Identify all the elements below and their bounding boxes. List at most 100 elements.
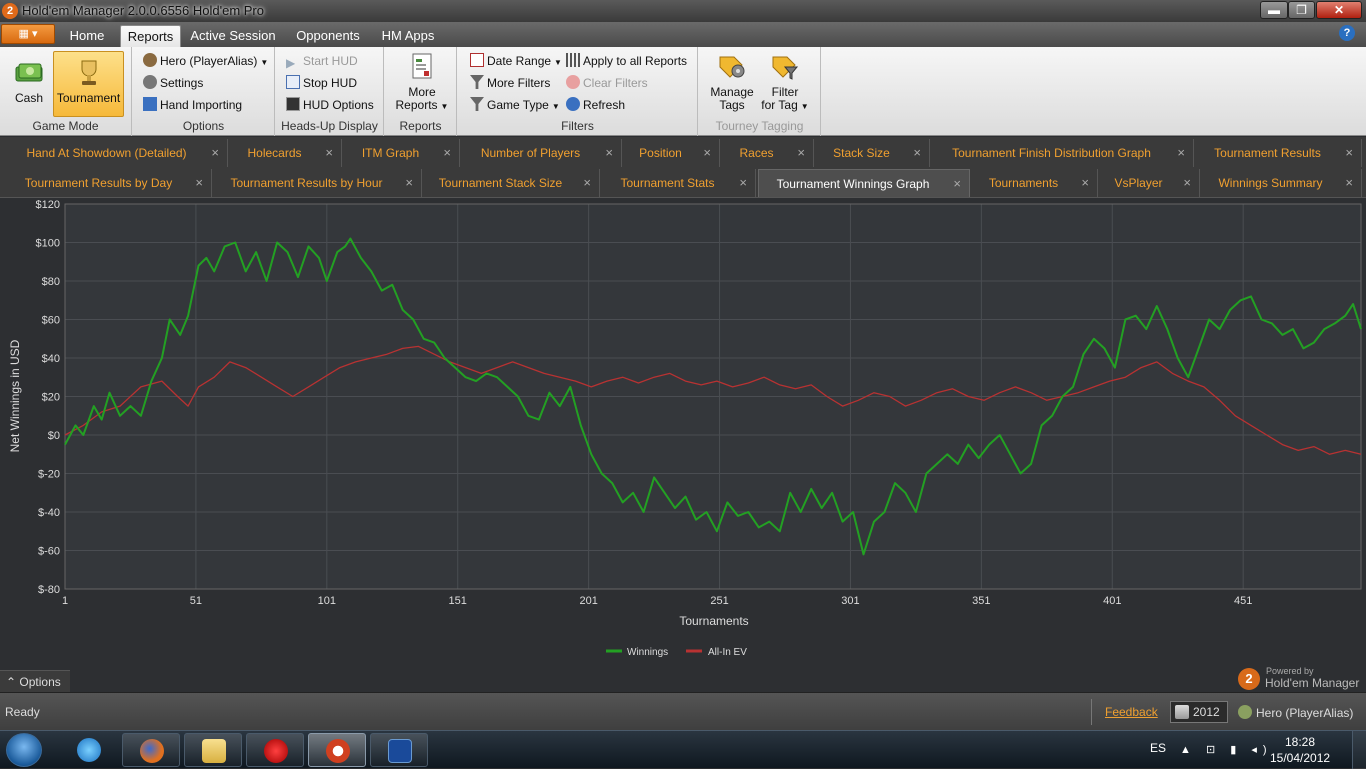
tab-hand-at-showdown[interactable]: Hand At Showdown (Detailed) × [8, 139, 228, 167]
tab-active-session[interactable]: Active Session [186, 25, 280, 47]
close-tab-icon[interactable]: × [797, 139, 805, 167]
tab-tournaments[interactable]: Tournaments × [972, 169, 1098, 197]
settings-button[interactable]: Settings [143, 73, 203, 93]
ie-icon [77, 738, 101, 762]
taskbar-explorer[interactable] [184, 733, 242, 767]
y-tick-label: $-80 [38, 584, 60, 596]
close-tab-icon[interactable]: × [1081, 169, 1089, 197]
manage-tags-button[interactable]: Manage Tags [707, 51, 757, 112]
tab-tournament-stack-size[interactable]: Tournament Stack Size × [424, 169, 600, 197]
taskbar-firefox[interactable] [122, 733, 180, 767]
language-indicator[interactable]: ES [1150, 741, 1166, 755]
legend: Winnings All-In EV [606, 647, 747, 658]
more-filters-button[interactable]: More Filters [470, 73, 550, 93]
close-tab-icon[interactable]: × [605, 139, 613, 167]
tab-tournament-finish-distribution[interactable]: Tournament Finish Distribution Graph × [932, 139, 1194, 167]
group-game-mode: Cash Tournament Game Mode [0, 47, 132, 136]
tab-winnings-summary[interactable]: Winnings Summary × [1202, 169, 1362, 197]
tournament-button[interactable]: Tournament [53, 51, 124, 117]
tab-position[interactable]: Position × [624, 139, 720, 167]
trophy-icon [81, 60, 96, 85]
tab-label: Holecards [247, 146, 302, 160]
tab-itm-graph[interactable]: ITM Graph × [344, 139, 460, 167]
date-range-dropdown[interactable]: Date Range ▼ [470, 51, 562, 71]
close-tab-icon[interactable]: × [703, 139, 711, 167]
maximize-button[interactable]: ❐ [1288, 1, 1315, 19]
taskbar-holdem-manager[interactable] [308, 733, 366, 767]
taskbar-pokerstars[interactable] [246, 733, 304, 767]
close-tab-icon[interactable]: × [1345, 169, 1353, 197]
tab-tournament-stats[interactable]: Tournament Stats × [602, 169, 756, 197]
close-tab-icon[interactable]: × [325, 139, 333, 167]
close-tab-icon[interactable]: × [1183, 169, 1191, 197]
filter-for-tag-button[interactable]: Filter for Tag ▼ [759, 51, 811, 113]
clear-filters-button[interactable]: Clear Filters [566, 73, 648, 93]
y-tick-label: $0 [48, 430, 60, 442]
player-icon [1238, 705, 1252, 719]
tray-icons[interactable]: ▲ ⊡ ▮ ◂) [1180, 743, 1273, 756]
tab-tournament-winnings-graph[interactable]: Tournament Winnings Graph × [758, 169, 970, 197]
minimize-button[interactable]: ▬ [1260, 1, 1288, 19]
firefox-icon [140, 739, 164, 763]
close-button[interactable]: ✕ [1316, 1, 1362, 19]
tab-number-of-players[interactable]: Number of Players × [462, 139, 622, 167]
tab-stack-size[interactable]: Stack Size × [816, 139, 930, 167]
tab-hm-apps[interactable]: HM Apps [376, 25, 440, 47]
taskbar-pse[interactable] [370, 733, 428, 767]
hand-importing-button[interactable]: Hand Importing [143, 95, 242, 115]
hero-dropdown[interactable]: Hero (PlayerAlias) ▼ [143, 51, 268, 71]
close-tab-icon[interactable]: × [195, 169, 203, 197]
hud-options-button[interactable]: HUD Options [286, 95, 374, 115]
close-tab-icon[interactable]: × [405, 169, 413, 197]
help-icon[interactable]: ? [1339, 25, 1355, 41]
cash-button[interactable]: Cash [6, 51, 52, 117]
tab-home[interactable]: Home [59, 25, 115, 47]
tab-races[interactable]: Races × [722, 139, 814, 167]
close-tab-icon[interactable]: × [443, 139, 451, 167]
tab-holecards[interactable]: Holecards × [230, 139, 342, 167]
close-tab-icon[interactable]: × [739, 169, 747, 197]
clock-date[interactable]: 15/04/2012 [1270, 751, 1330, 765]
close-tab-icon[interactable]: × [211, 139, 219, 167]
close-tab-icon[interactable]: × [1177, 139, 1185, 167]
options-strip [70, 670, 1366, 692]
tab-label: Tournament Stats [620, 176, 715, 190]
tab-vsplayer[interactable]: VsPlayer × [1100, 169, 1200, 197]
options-toggle[interactable]: ⌃ Options [0, 670, 70, 692]
tab-reports[interactable]: Reports [120, 25, 181, 47]
taskbar-ie[interactable] [60, 733, 118, 767]
more-reports-button[interactable]: More Reports ▼ [393, 51, 451, 113]
group-heads-up-display: ▶ Start HUD Stop HUD HUD Options Heads-Up… [276, 47, 384, 136]
close-tab-icon[interactable]: × [1345, 139, 1353, 167]
start-hud-button[interactable]: ▶ Start HUD [286, 51, 358, 71]
chart-panel: $120 $100 $80 $60 $40 $20 $0 $-20 $-40 $-60 $-80 1… [0, 197, 1366, 670]
app-menu-button[interactable]: ▦ ▾ [1, 24, 55, 44]
stop-hud-button[interactable]: Stop HUD [286, 73, 357, 93]
refresh-button[interactable]: Refresh [566, 95, 625, 115]
tournament-label: Tournament [56, 91, 121, 105]
game-type-dropdown[interactable]: Game Type ▼ [470, 95, 560, 115]
hud-options-label: HUD Options [303, 98, 374, 112]
tab-opponents[interactable]: Opponents [288, 25, 368, 47]
year-selector[interactable]: 2012 [1170, 701, 1228, 723]
feedback-link[interactable]: Feedback [1105, 705, 1158, 719]
start-button[interactable] [6, 733, 42, 767]
clock-time[interactable]: 18:28 [1270, 735, 1330, 749]
show-desktop-button[interactable] [1352, 731, 1366, 769]
tab-tournament-results[interactable]: Tournament Results × [1196, 139, 1362, 167]
tab-tournament-results-by-day[interactable]: Tournament Results by Day × [8, 169, 212, 197]
filter-icon [470, 75, 484, 89]
tab-label: Number of Players [480, 146, 581, 160]
x-axis-ticks: 1 51 101 151 201 251 301 351 401 451 [62, 595, 1252, 607]
apply-all-reports-button[interactable]: Apply to all Reports [566, 51, 687, 71]
active-player[interactable]: Hero (PlayerAlias) [1238, 705, 1353, 720]
close-tab-icon[interactable]: × [583, 169, 591, 197]
tab-label: ITM Graph [361, 146, 420, 160]
close-tab-icon[interactable]: × [913, 139, 921, 167]
group-label-reports: Reports [399, 119, 442, 133]
y-tick-label: $-40 [38, 507, 60, 519]
clear-icon [566, 75, 580, 89]
tab-tournament-results-by-hour[interactable]: Tournament Results by Hour × [214, 169, 422, 197]
x-axis-label: Tournaments [679, 614, 748, 628]
close-tab-icon[interactable]: × [953, 170, 961, 198]
